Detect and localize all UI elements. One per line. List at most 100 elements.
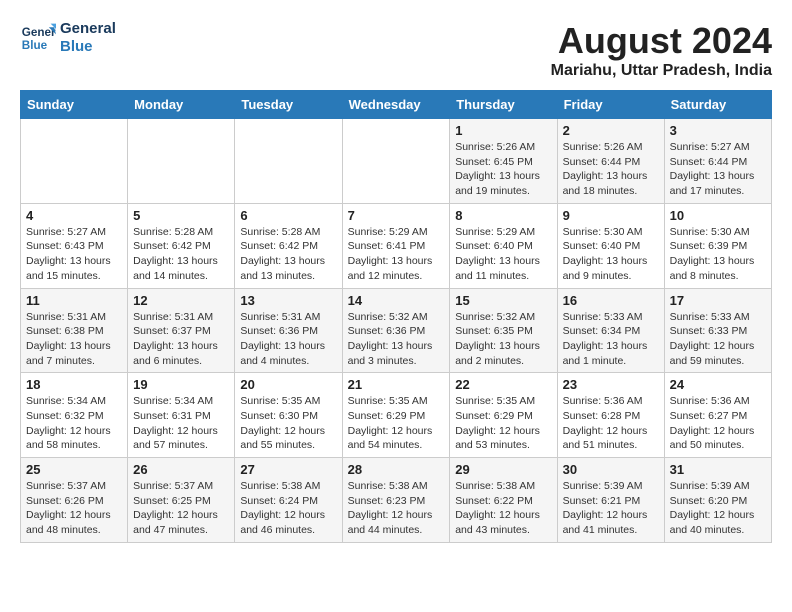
calendar-cell: 29Sunrise: 5:38 AM Sunset: 6:22 PM Dayli… xyxy=(450,458,557,543)
day-number: 5 xyxy=(133,208,229,223)
day-number: 3 xyxy=(670,123,766,138)
calendar-cell xyxy=(128,119,235,204)
calendar-cell: 18 Sunrise: 5:34 AM Sunset: 6:32 PM Dayli… xyxy=(21,373,128,458)
calendar-cell: 7Sunrise: 5:29 AM Sunset: 6:41 PM Daylig… xyxy=(342,203,450,288)
title-section: August 2024 Mariahu, Uttar Pradesh, Indi… xyxy=(551,20,772,80)
day-info: Sunrise: 5:27 AM Sunset: 6:43 PM Dayligh… xyxy=(26,225,122,284)
calendar-cell: 2 Sunrise: 5:26 AM Sunset: 6:44 PM Daylig… xyxy=(557,119,664,204)
day-header-thursday: Thursday xyxy=(450,91,557,119)
logo-general: General xyxy=(60,20,116,38)
header: General Blue General Blue August 2024 Ma… xyxy=(20,20,772,80)
day-info: Sunrise: 5:26 AM Sunset: 6:45 PM Dayligh… xyxy=(455,140,551,199)
calendar-cell xyxy=(342,119,450,204)
calendar-cell: 27Sunrise: 5:38 AM Sunset: 6:24 PM Dayli… xyxy=(235,458,342,543)
day-number: 20 xyxy=(240,377,336,392)
day-number: 24 xyxy=(670,377,766,392)
calendar-cell: 19 Sunrise: 5:34 AM Sunset: 6:31 PM Dayli… xyxy=(128,373,235,458)
day-number: 2 xyxy=(563,123,659,138)
day-number: 17 xyxy=(670,293,766,308)
day-number: 4 xyxy=(26,208,122,223)
calendar-cell: 12Sunrise: 5:31 AM Sunset: 6:37 PM Dayli… xyxy=(128,288,235,373)
svg-text:Blue: Blue xyxy=(22,39,48,52)
day-info: Sunrise: 5:34 AM Sunset: 6:31 PM Dayligh… xyxy=(133,394,229,453)
day-info: Sunrise: 5:33 AM Sunset: 6:34 PM Dayligh… xyxy=(563,310,659,369)
day-number: 14 xyxy=(348,293,445,308)
calendar-header-row: SundayMondayTuesdayWednesdayThursdayFrid… xyxy=(21,91,772,119)
day-number: 18 xyxy=(26,377,122,392)
calendar-cell xyxy=(21,119,128,204)
day-info: Sunrise: 5:32 AM Sunset: 6:36 PM Dayligh… xyxy=(348,310,445,369)
day-info: Sunrise: 5:27 AM Sunset: 6:44 PM Dayligh… xyxy=(670,140,766,199)
day-number: 11 xyxy=(26,293,122,308)
calendar-cell: 21 Sunrise: 5:35 AM Sunset: 6:29 PM Dayli… xyxy=(342,373,450,458)
calendar-week-row: 4 Sunrise: 5:27 AM Sunset: 6:43 PM Daylig… xyxy=(21,203,772,288)
day-info: Sunrise: 5:28 AM Sunset: 6:42 PM Dayligh… xyxy=(133,225,229,284)
day-header-saturday: Saturday xyxy=(664,91,771,119)
day-header-friday: Friday xyxy=(557,91,664,119)
calendar-cell: 10 Sunrise: 5:30 AM Sunset: 6:39 PM Dayli… xyxy=(664,203,771,288)
day-info: Sunrise: 5:31 AM Sunset: 6:37 PM Dayligh… xyxy=(133,310,229,369)
day-number: 21 xyxy=(348,377,445,392)
day-info: Sunrise: 5:35 AM Sunset: 6:30 PM Dayligh… xyxy=(240,394,336,453)
day-info: Sunrise: 5:38 AM Sunset: 6:22 PM Dayligh… xyxy=(455,479,551,538)
day-number: 1 xyxy=(455,123,551,138)
calendar-cell: 9 Sunrise: 5:30 AM Sunset: 6:40 PM Daylig… xyxy=(557,203,664,288)
day-number: 19 xyxy=(133,377,229,392)
calendar-cell: 24 Sunrise: 5:36 AM Sunset: 6:27 PM Dayli… xyxy=(664,373,771,458)
day-info: Sunrise: 5:34 AM Sunset: 6:32 PM Dayligh… xyxy=(26,394,122,453)
calendar-cell: 28 Sunrise: 5:38 AM Sunset: 6:23 PM Dayli… xyxy=(342,458,450,543)
day-number: 23 xyxy=(563,377,659,392)
day-number: 13 xyxy=(240,293,336,308)
calendar-cell: 1 Sunrise: 5:26 AM Sunset: 6:45 PM Daylig… xyxy=(450,119,557,204)
calendar-cell: 6 Sunrise: 5:28 AM Sunset: 6:42 PM Daylig… xyxy=(235,203,342,288)
day-info: Sunrise: 5:37 AM Sunset: 6:26 PM Dayligh… xyxy=(26,479,122,538)
calendar-cell: 16 Sunrise: 5:33 AM Sunset: 6:34 PM Dayli… xyxy=(557,288,664,373)
logo-icon: General Blue xyxy=(20,20,56,56)
day-info: Sunrise: 5:32 AM Sunset: 6:35 PM Dayligh… xyxy=(455,310,551,369)
calendar-cell: 8Sunrise: 5:29 AM Sunset: 6:40 PM Daylig… xyxy=(450,203,557,288)
day-info: Sunrise: 5:38 AM Sunset: 6:24 PM Dayligh… xyxy=(240,479,336,538)
calendar-cell: 3 Sunrise: 5:27 AM Sunset: 6:44 PM Daylig… xyxy=(664,119,771,204)
calendar-cell: 26Sunrise: 5:37 AM Sunset: 6:25 PM Dayli… xyxy=(128,458,235,543)
day-number: 30 xyxy=(563,462,659,477)
day-number: 6 xyxy=(240,208,336,223)
day-info: Sunrise: 5:39 AM Sunset: 6:21 PM Dayligh… xyxy=(563,479,659,538)
calendar-cell: 15 Sunrise: 5:32 AM Sunset: 6:35 PM Dayli… xyxy=(450,288,557,373)
day-info: Sunrise: 5:29 AM Sunset: 6:41 PM Dayligh… xyxy=(348,225,445,284)
calendar-week-row: 25Sunrise: 5:37 AM Sunset: 6:26 PM Dayli… xyxy=(21,458,772,543)
day-number: 22 xyxy=(455,377,551,392)
day-info: Sunrise: 5:36 AM Sunset: 6:28 PM Dayligh… xyxy=(563,394,659,453)
day-info: Sunrise: 5:35 AM Sunset: 6:29 PM Dayligh… xyxy=(455,394,551,453)
day-header-sunday: Sunday xyxy=(21,91,128,119)
calendar-cell xyxy=(235,119,342,204)
calendar-cell: 4 Sunrise: 5:27 AM Sunset: 6:43 PM Daylig… xyxy=(21,203,128,288)
day-info: Sunrise: 5:30 AM Sunset: 6:39 PM Dayligh… xyxy=(670,225,766,284)
calendar-cell: 23 Sunrise: 5:36 AM Sunset: 6:28 PM Dayli… xyxy=(557,373,664,458)
day-info: Sunrise: 5:38 AM Sunset: 6:23 PM Dayligh… xyxy=(348,479,445,538)
day-info: Sunrise: 5:26 AM Sunset: 6:44 PM Dayligh… xyxy=(563,140,659,199)
day-info: Sunrise: 5:31 AM Sunset: 6:38 PM Dayligh… xyxy=(26,310,122,369)
calendar-week-row: 1 Sunrise: 5:26 AM Sunset: 6:45 PM Daylig… xyxy=(21,119,772,204)
day-number: 10 xyxy=(670,208,766,223)
day-number: 9 xyxy=(563,208,659,223)
day-info: Sunrise: 5:31 AM Sunset: 6:36 PM Dayligh… xyxy=(240,310,336,369)
day-info: Sunrise: 5:36 AM Sunset: 6:27 PM Dayligh… xyxy=(670,394,766,453)
day-info: Sunrise: 5:39 AM Sunset: 6:20 PM Dayligh… xyxy=(670,479,766,538)
day-header-wednesday: Wednesday xyxy=(342,91,450,119)
calendar-table: SundayMondayTuesdayWednesdayThursdayFrid… xyxy=(20,90,772,543)
logo: General Blue General Blue xyxy=(20,20,116,56)
day-number: 15 xyxy=(455,293,551,308)
calendar-cell: 31Sunrise: 5:39 AM Sunset: 6:20 PM Dayli… xyxy=(664,458,771,543)
day-info: Sunrise: 5:30 AM Sunset: 6:40 PM Dayligh… xyxy=(563,225,659,284)
day-info: Sunrise: 5:28 AM Sunset: 6:42 PM Dayligh… xyxy=(240,225,336,284)
calendar-cell: 11 Sunrise: 5:31 AM Sunset: 6:38 PM Dayli… xyxy=(21,288,128,373)
day-number: 16 xyxy=(563,293,659,308)
calendar-week-row: 11 Sunrise: 5:31 AM Sunset: 6:38 PM Dayli… xyxy=(21,288,772,373)
calendar-week-row: 18 Sunrise: 5:34 AM Sunset: 6:32 PM Dayli… xyxy=(21,373,772,458)
day-number: 28 xyxy=(348,462,445,477)
calendar-cell: 30 Sunrise: 5:39 AM Sunset: 6:21 PM Dayli… xyxy=(557,458,664,543)
location-subtitle: Mariahu, Uttar Pradesh, India xyxy=(551,62,772,80)
day-header-monday: Monday xyxy=(128,91,235,119)
day-info: Sunrise: 5:35 AM Sunset: 6:29 PM Dayligh… xyxy=(348,394,445,453)
day-info: Sunrise: 5:33 AM Sunset: 6:33 PM Dayligh… xyxy=(670,310,766,369)
